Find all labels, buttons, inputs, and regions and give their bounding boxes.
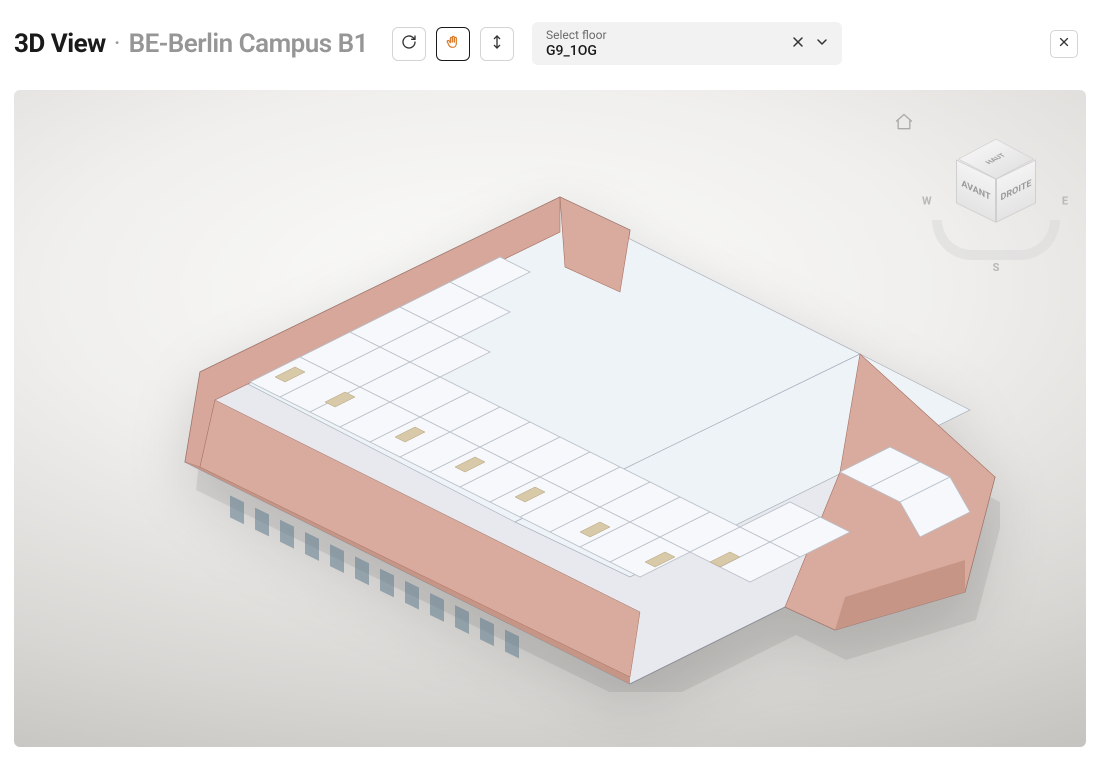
page-title-block: 3D View · BE-Berlin Campus B1	[14, 29, 368, 59]
compass-ring	[932, 220, 1060, 260]
close-button[interactable]	[1050, 30, 1078, 58]
viewcube[interactable]: S E W HAUT AVANT DROITE	[928, 130, 1064, 266]
compass-south: S	[993, 261, 1000, 274]
clear-floor-icon[interactable]	[790, 34, 806, 54]
chevron-down-icon[interactable]	[814, 34, 830, 54]
refresh-icon	[401, 34, 417, 53]
title-separator: ·	[114, 29, 121, 59]
hand-icon	[445, 34, 461, 53]
home-icon	[894, 117, 914, 136]
viewcube-cube[interactable]: HAUT AVANT DROITE	[961, 152, 1031, 222]
home-view-button[interactable]	[894, 112, 914, 132]
floor-select-label: Select floor	[546, 28, 780, 42]
refresh-button[interactable]	[392, 27, 426, 61]
compass-east: E	[1062, 194, 1068, 207]
view-title: 3D View	[14, 29, 106, 59]
project-name: BE-Berlin Campus B1	[129, 29, 368, 59]
floor-select-value: G9_1OG	[546, 43, 780, 59]
compass-west: W	[922, 194, 932, 207]
pan-button[interactable]	[436, 27, 470, 61]
floor-select[interactable]: Select floor G9_1OG	[532, 22, 842, 65]
close-icon	[1057, 35, 1071, 52]
building-model[interactable]	[100, 172, 1000, 692]
3d-viewport[interactable]: S E W HAUT AVANT DROITE	[14, 90, 1086, 747]
elevate-button[interactable]	[480, 27, 514, 61]
updown-arrow-icon	[489, 34, 505, 53]
